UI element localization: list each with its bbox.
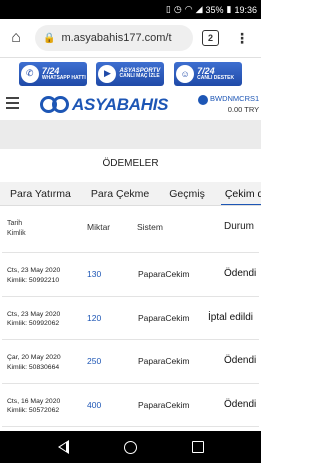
header-divider-band bbox=[0, 120, 261, 149]
clock: 19:36 bbox=[234, 4, 257, 15]
header-id: Kimlik bbox=[7, 229, 26, 237]
banner-subtitle: WHATSAPP HATTI bbox=[41, 74, 86, 81]
asyasportv-banner[interactable]: ▶ ASYASPORTV CANLI MAÇ İZLE bbox=[96, 61, 165, 86]
row-status: Ödendi bbox=[224, 355, 257, 366]
row-date: Cts, 23 May 2020 bbox=[7, 267, 61, 274]
row-id: Kimlik: 50572062 bbox=[7, 407, 60, 415]
logo-text: ASYABAHIS bbox=[72, 95, 169, 114]
page-title: ÖDEMELER bbox=[102, 158, 159, 169]
browser-toolbar: ⌂ 🔒 m.asyabahis177.com/t 2 ⋮ bbox=[0, 19, 261, 58]
header-date: Tarih bbox=[7, 220, 23, 227]
row-date: Cts, 23 May 2020 bbox=[7, 310, 61, 318]
tab-withdrawal-status[interactable]: Çekim du bbox=[215, 182, 261, 205]
banner-subtitle: CANLI DESTEK bbox=[197, 74, 235, 81]
back-icon[interactable] bbox=[57, 440, 69, 454]
hamburger-menu-icon[interactable] bbox=[6, 97, 19, 109]
tab-deposit[interactable]: Para Yatırma bbox=[0, 182, 81, 205]
table-row: Cts, 23 May 2020 Kimlik: 50992210 130 Pa… bbox=[2, 253, 259, 297]
live-support-banner[interactable]: ☺ 7/24 CANLI DESTEK bbox=[174, 61, 243, 86]
row-id: Kimlik: 50992062 bbox=[7, 320, 60, 328]
support-agent-icon: ☺ bbox=[176, 64, 195, 83]
payments-tab-bar: Para Yatırma Para Çekme Geçmiş Çekim du bbox=[0, 182, 261, 206]
row-system: PaparaCekim bbox=[138, 312, 190, 323]
whatsapp-banner[interactable]: ✆ 7/24 WHATSAPP HATTI bbox=[18, 61, 87, 86]
tv-icon: ▶ bbox=[98, 64, 117, 83]
url-bar[interactable]: 🔒 m.asyabahis177.com/t bbox=[35, 25, 193, 51]
row-amount[interactable]: 120 bbox=[87, 313, 101, 323]
row-id: Kimlik: 50830664 bbox=[7, 363, 60, 371]
signal-icon: ◢ bbox=[195, 4, 203, 14]
logo-mark-icon bbox=[40, 96, 70, 114]
row-system: PaparaCekim bbox=[138, 269, 190, 279]
status-bar: ▯ ◷ ◠ ◢ 35% ▮ 19:36 bbox=[0, 0, 261, 19]
header-system: Sistem bbox=[137, 222, 163, 232]
row-amount[interactable]: 130 bbox=[87, 269, 101, 279]
vibrate-icon: ▯ bbox=[165, 4, 171, 14]
home-icon[interactable]: ⌂ bbox=[0, 19, 32, 58]
row-date: Çar, 20 May 2020 bbox=[7, 354, 61, 361]
tab-history[interactable]: Geçmiş bbox=[159, 182, 215, 205]
whatsapp-icon: ✆ bbox=[20, 64, 39, 83]
battery-icon: ▮ bbox=[226, 4, 232, 14]
lock-icon: 🔒 bbox=[43, 32, 56, 44]
table-header: Tarih Kimlik Miktar Sistem Durum bbox=[2, 207, 259, 253]
site-header: ASYABAHIS BWDNMCRS1 0.00 TRY bbox=[0, 89, 261, 120]
table-row: Cts, 16 May 2020 Kimlik: 50572062 400 Pa… bbox=[2, 384, 259, 427]
row-system: PaparaCekim bbox=[138, 356, 190, 366]
wifi-icon: ◠ bbox=[184, 4, 193, 14]
alarm-icon: ◷ bbox=[173, 4, 182, 14]
user-icon bbox=[198, 95, 208, 105]
row-status: İptal edildi bbox=[208, 311, 254, 323]
header-status: Durum bbox=[224, 221, 255, 232]
row-amount[interactable]: 400 bbox=[87, 400, 101, 410]
battery-percent: 35% bbox=[205, 4, 224, 15]
status-icons: ▯ ◷ ◠ ◢ 35% ▮ 19:36 bbox=[166, 4, 257, 15]
banner-subtitle: CANLI MAÇ İZLE bbox=[119, 73, 160, 79]
row-id: Kimlik: 50992210 bbox=[7, 276, 60, 284]
row-status: Ödendi bbox=[224, 398, 257, 410]
row-system: PaparaCekim bbox=[138, 399, 190, 410]
balance: 0.00 TRY bbox=[227, 104, 260, 114]
header-amount: Miktar bbox=[87, 222, 111, 232]
site-logo[interactable]: ASYABAHIS bbox=[40, 95, 168, 115]
tab-switcher-button[interactable]: 2 bbox=[202, 30, 219, 46]
withdrawals-table: Tarih Kimlik Miktar Sistem Durum Cts, 23… bbox=[2, 207, 259, 427]
row-date: Cts, 16 May 2020 bbox=[7, 397, 61, 405]
username: BWDNMCRS1 bbox=[210, 94, 260, 103]
overflow-menu-icon[interactable]: ⋮ bbox=[232, 27, 252, 49]
row-amount[interactable]: 250 bbox=[87, 356, 101, 366]
header-date-id: Tarih Kimlik bbox=[7, 219, 26, 239]
table-row: Çar, 20 May 2020 Kimlik: 50830664 250 Pa… bbox=[2, 340, 259, 384]
recents-icon[interactable] bbox=[191, 441, 204, 453]
android-nav-bar bbox=[0, 431, 261, 463]
user-account[interactable]: BWDNMCRS1 0.00 TRY bbox=[198, 94, 259, 115]
home-circle-icon[interactable] bbox=[123, 440, 137, 454]
table-row: Cts, 23 May 2020 Kimlik: 50992062 120 Pa… bbox=[2, 297, 259, 340]
url-text: m.asyabahis177.com/t bbox=[61, 32, 172, 44]
promo-banners: ✆ 7/24 WHATSAPP HATTI ▶ ASYASPORTV CANLI… bbox=[0, 58, 261, 89]
row-status: Ödendi bbox=[224, 268, 257, 279]
tab-withdraw[interactable]: Para Çekme bbox=[81, 182, 159, 205]
